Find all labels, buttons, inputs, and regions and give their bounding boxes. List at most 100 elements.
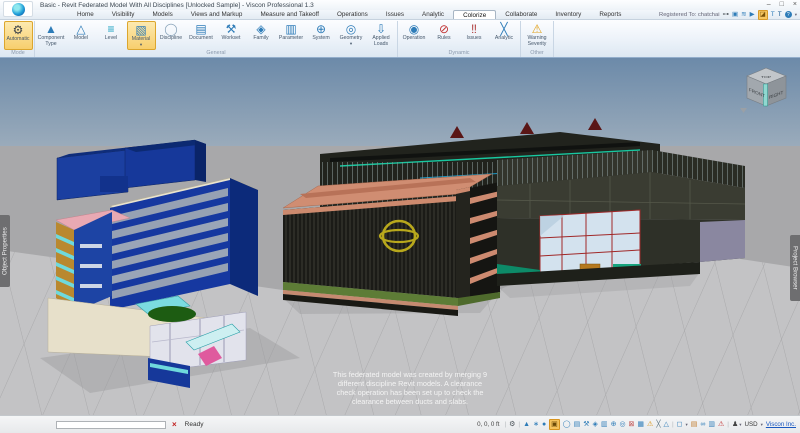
tab-colorize[interactable]: Colorize — [453, 10, 496, 19]
tab-reports[interactable]: Reports — [590, 10, 630, 19]
binoculars-icon[interactable]: ∞ — [700, 420, 705, 429]
application-window: Basic - Revit Federated Model With All D… — [0, 0, 800, 433]
key-icon[interactable]: ⊶ — [723, 11, 730, 19]
currency-dropdown-icon[interactable]: ▾ — [761, 422, 763, 428]
clipboard-icon[interactable]: ▥ — [601, 420, 608, 429]
tab-issues[interactable]: Issues — [377, 10, 413, 19]
grid-icon[interactable]: ▦ — [637, 420, 644, 429]
tools-icon[interactable]: ⚒ — [583, 420, 589, 429]
tab-analytic[interactable]: Analytic — [413, 10, 453, 19]
geometry-button[interactable]: ◎Geometry▾ — [337, 21, 366, 50]
tab-inventory[interactable]: Inventory — [546, 10, 590, 19]
section-icon[interactable]: ⊠ — [629, 420, 635, 429]
settings-gear-icon[interactable]: ⚙ — [509, 420, 515, 429]
model-icon[interactable]: △ — [664, 420, 669, 429]
cube-view-icon[interactable]: ▣ — [549, 419, 560, 430]
selection-box-icon-dropdown[interactable]: ▾ — [685, 422, 687, 428]
layers-icon[interactable]: ≋ — [741, 11, 746, 19]
material-button[interactable]: ▧Material▾ — [127, 21, 156, 50]
error-icon[interactable]: ⚠ — [718, 420, 724, 429]
ribbon-button-label: Warning Severity — [523, 36, 552, 48]
close-button[interactable]: × — [793, 0, 797, 10]
tab-collaborate[interactable]: Collaborate — [496, 10, 546, 19]
object-properties-tab[interactable]: Object Properties — [0, 215, 10, 287]
document-button[interactable]: ▤Document — [187, 21, 216, 50]
ribbon-group-label: Mode — [3, 50, 33, 57]
tab-operations[interactable]: Operations — [328, 10, 377, 19]
ribbon-button-label: Component Type — [37, 36, 66, 48]
ellipse-icon[interactable]: ◯ — [563, 420, 571, 429]
folder-icon[interactable]: ▤ — [574, 420, 581, 429]
workset-button[interactable]: ⚒Workset — [217, 21, 246, 50]
save-icon[interactable]: ▣ — [732, 11, 738, 19]
tab-models[interactable]: Models — [143, 10, 181, 19]
share-folder-icon[interactable]: ▤ — [691, 420, 698, 429]
ribbon-button-label: Rules — [437, 36, 450, 42]
cone-icon: ▲ — [45, 22, 57, 36]
cancel-task-icon[interactable]: × — [172, 421, 177, 429]
gear-icon: ⚙ — [13, 23, 24, 37]
parking-garage-building[interactable] — [283, 174, 500, 316]
layers-icon: ≡ — [107, 22, 114, 36]
pan-icon[interactable]: ▶ — [750, 11, 755, 19]
discipline-button[interactable]: ◯Discipline — [157, 21, 186, 50]
help-icon-dropdown[interactable]: ▾ — [795, 12, 797, 18]
tools-icon: ⚒ — [226, 22, 237, 36]
ribbon-button-label: Applied Loads — [367, 36, 396, 48]
user-icon-dropdown[interactable]: ▾ — [739, 422, 741, 428]
automatic-button[interactable]: ⚙Automatic — [4, 21, 33, 50]
applied-loads-button[interactable]: ⇩Applied Loads — [367, 21, 396, 50]
warning-amber-icon[interactable]: ⚠ — [647, 420, 653, 429]
level-button[interactable]: ≡Level — [97, 21, 126, 50]
warning-severity-button[interactable]: ⚠Warning Severity — [523, 21, 552, 50]
operation-button[interactable]: ◉Operation — [400, 21, 429, 50]
scene-canvas[interactable]: TOP FRONT RIGHT — [0, 58, 800, 415]
issues-button[interactable]: ‼Issues — [460, 21, 489, 50]
user-menu[interactable]: ♟▾ — [732, 420, 742, 429]
component-type-button[interactable]: ▲Component Type — [37, 21, 66, 50]
maximize-button[interactable]: □ — [780, 0, 784, 10]
viewport-3d[interactable]: TOP FRONT RIGHT This federated model was… — [0, 58, 800, 415]
tab-visibility[interactable]: Visibility — [103, 10, 144, 19]
project-browser-tab[interactable]: Project Browser — [790, 235, 800, 301]
cone-tool-icon[interactable]: ▲ — [523, 420, 530, 429]
rules-button[interactable]: ⊘Rules — [430, 21, 459, 50]
ribbon-button-label: Issues — [467, 36, 482, 42]
currency-selector[interactable]: USD — [745, 421, 758, 428]
geometry-icon[interactable]: ◎ — [619, 420, 625, 429]
analytic-icon[interactable]: ╳ — [656, 420, 660, 429]
help-icon[interactable]: ? — [785, 11, 792, 18]
coordinates-readout: 0, 0, 0 ft — [477, 421, 499, 428]
text-style-icon[interactable]: T — [778, 11, 782, 19]
dropdown-arrow-icon: ▾ — [350, 42, 352, 46]
parameter-button[interactable]: ▥Parameter — [277, 21, 306, 50]
selection-box-icon[interactable]: ◻ — [677, 420, 683, 429]
app-logo[interactable] — [3, 1, 33, 17]
ribbon-button-label: Family — [253, 36, 268, 42]
view-tools-icons: ▲∗●▣◯▤⚒ ◈▥⊕◎ ⊠▦⚠╳ △ — [523, 419, 669, 430]
ribbon-group-general: ▲Component Type△Model≡Level▧Material▾◯Di… — [35, 21, 398, 57]
ribbon-button-label: Operation — [403, 36, 426, 42]
user-icon[interactable]: ♟ — [732, 420, 738, 429]
cube-face-top-label[interactable]: TOP — [761, 75, 771, 79]
wire-sphere-icon: ◎ — [346, 22, 356, 36]
report-icon[interactable]: ▥ — [708, 420, 715, 429]
blocks-icon[interactable]: ◈ — [593, 420, 598, 429]
family-button[interactable]: ◈Family — [247, 21, 276, 50]
system-icon[interactable]: ⊕ — [611, 420, 617, 429]
material-cube-icon: ▧ — [135, 23, 146, 37]
tab-views-and-markup[interactable]: Views and Markup — [182, 10, 252, 19]
company-link[interactable]: Viscon Inc. — [766, 421, 796, 428]
tab-measure-and-takeoff[interactable]: Measure and Takeoff — [251, 10, 328, 19]
ribbon-button-label: Document — [189, 36, 213, 42]
system-button[interactable]: ⊕System — [307, 21, 336, 50]
analytic-button[interactable]: ╳Analytic — [490, 21, 519, 50]
minimize-button[interactable]: – — [767, 0, 771, 10]
markup-icon[interactable]: ∗ — [533, 420, 539, 429]
tab-home[interactable]: Home — [68, 10, 103, 19]
utility-icons: ◻▾ ▤∞▥⚠ — [677, 420, 725, 429]
select-tool-icon[interactable]: ◪ — [758, 10, 768, 20]
text-tool-icon[interactable]: T — [771, 11, 775, 19]
model-button[interactable]: △Model — [67, 21, 96, 50]
sphere-icon[interactable]: ● — [542, 420, 546, 429]
